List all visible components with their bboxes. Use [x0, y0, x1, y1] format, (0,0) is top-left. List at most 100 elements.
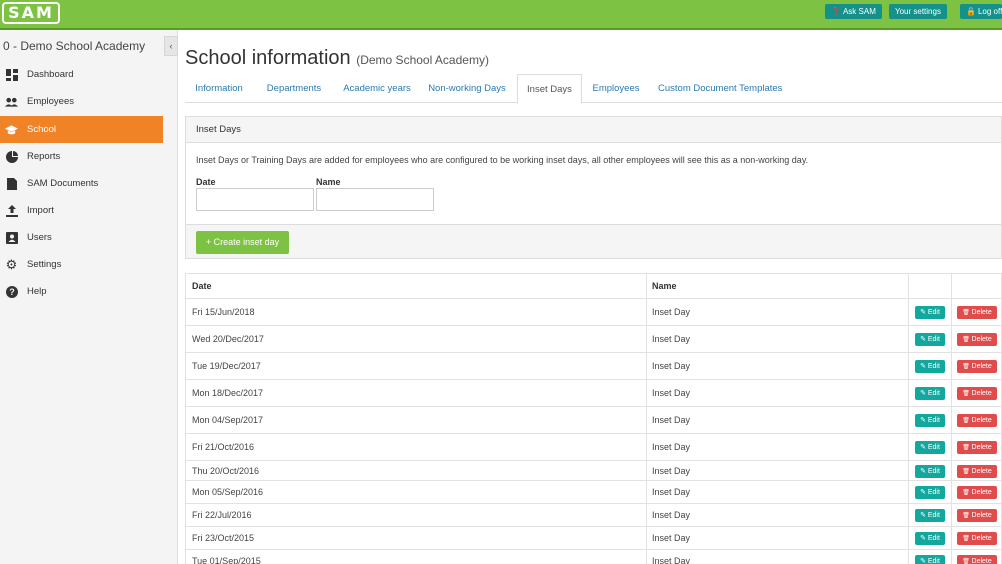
edit-button[interactable]: ✎ Edit — [915, 360, 945, 373]
sidebar-item-school[interactable]: School — [0, 116, 163, 143]
column-divider — [908, 504, 909, 526]
column-divider — [646, 407, 647, 433]
row-date: Fri 22/Jul/2016 — [192, 510, 252, 520]
column-divider — [646, 434, 647, 460]
table-row: Mon 05/Sep/2016 Inset Day ✎ Edit 🗑 Delete — [186, 481, 1001, 504]
edit-button[interactable]: ✎ Edit — [915, 486, 945, 499]
edit-label: Edit — [927, 336, 940, 343]
name-input[interactable] — [316, 188, 434, 211]
sidebar-item-settings[interactable]: ⚙ Settings — [0, 251, 163, 278]
edit-icon: ✎ — [920, 512, 928, 519]
your-settings-button[interactable]: Your settings — [889, 4, 947, 19]
tab-non-working-days[interactable]: Non-working Days — [425, 74, 509, 103]
sam-logo[interactable]: SAM — [2, 2, 60, 24]
delete-button[interactable]: 🗑 Delete — [957, 486, 997, 499]
table-row: Thu 20/Oct/2016 Inset Day ✎ Edit 🗑 Delete — [186, 461, 1001, 481]
column-divider — [646, 326, 647, 352]
edit-button[interactable]: ✎ Edit — [915, 441, 945, 454]
column-divider — [908, 550, 909, 564]
log-off-button[interactable]: 🔒 Log off — [960, 4, 1002, 19]
panel-heading: Inset Days — [186, 117, 1001, 143]
sidebar-item-label: Employees — [27, 96, 74, 107]
edit-label: Edit — [927, 309, 940, 316]
column-divider — [951, 274, 952, 298]
ask-sam-label: Ask SAM — [842, 7, 876, 16]
column-divider — [646, 299, 647, 325]
tab-academic-years[interactable]: Academic years — [337, 74, 417, 103]
column-divider — [908, 434, 909, 460]
delete-label: Delete — [971, 363, 992, 370]
date-input[interactable] — [196, 188, 314, 211]
edit-button[interactable]: ✎ Edit — [915, 414, 945, 427]
row-date: Tue 01/Sep/2015 — [192, 556, 261, 564]
edit-icon: ✎ — [920, 535, 928, 542]
create-inset-day-button[interactable]: + Create inset day — [196, 231, 289, 254]
delete-button[interactable]: 🗑 Delete — [957, 333, 997, 346]
trash-icon: 🗑 — [962, 391, 972, 397]
sidebar-item-help[interactable]: ? Help — [0, 278, 163, 305]
trash-icon: 🗑 — [962, 536, 972, 542]
trash-icon: 🗑 — [962, 364, 972, 370]
tab-information[interactable]: Information — [188, 74, 250, 103]
row-name: Inset Day — [652, 487, 691, 497]
delete-button[interactable]: 🗑 Delete — [957, 306, 997, 319]
column-divider — [951, 504, 952, 526]
edit-button[interactable]: ✎ Edit — [915, 532, 945, 545]
sidebar-item-sam-documents[interactable]: SAM Documents — [0, 170, 163, 197]
delete-button[interactable]: 🗑 Delete — [957, 465, 997, 478]
delete-button[interactable]: 🗑 Delete — [957, 414, 997, 427]
column-divider — [646, 504, 647, 526]
ask-sam-button[interactable]: ❓ Ask SAM — [825, 4, 882, 19]
chevron-left-icon: ‹ — [169, 41, 173, 51]
table-header-row: Date Name — [186, 274, 1001, 299]
dashboard-icon — [5, 68, 18, 81]
edit-button[interactable]: ✎ Edit — [915, 509, 945, 522]
column-divider — [908, 299, 909, 325]
tab-departments[interactable]: Departments — [259, 74, 329, 103]
edit-button[interactable]: ✎ Edit — [915, 387, 945, 400]
column-divider — [646, 353, 647, 379]
trash-icon: 🗑 — [962, 513, 972, 519]
collapse-sidebar-button[interactable]: ‹ — [164, 36, 178, 56]
plus-icon: + — [205, 237, 212, 247]
column-divider — [646, 527, 647, 549]
column-divider — [646, 481, 647, 503]
sidebar-item-reports[interactable]: Reports — [0, 143, 163, 170]
log-off-label: Log off — [977, 7, 1002, 16]
edit-button[interactable]: ✎ Edit — [915, 306, 945, 319]
delete-button[interactable]: 🗑 Delete — [957, 360, 997, 373]
document-icon — [5, 177, 18, 190]
tab-custom-document-templates[interactable]: Custom Document Templates — [658, 74, 782, 103]
top-bar: SAM ❓ Ask SAM Your settings 🔒 Log off — [0, 0, 1002, 30]
svg-text:?: ? — [9, 287, 15, 297]
delete-button[interactable]: 🗑 Delete — [957, 532, 997, 545]
delete-button[interactable]: 🗑 Delete — [957, 441, 997, 454]
pie-chart-icon — [5, 150, 18, 163]
trash-icon: 🗑 — [962, 337, 972, 343]
edit-icon: ✎ — [920, 336, 928, 343]
row-name: Inset Day — [652, 556, 691, 564]
table-row: Fri 15/Jun/2018 Inset Day ✎ Edit 🗑 Delete — [186, 299, 1001, 326]
sidebar-item-import[interactable]: Import — [0, 197, 163, 224]
column-divider — [951, 407, 952, 433]
edit-icon: ✎ — [920, 309, 928, 316]
trash-icon: 🗑 — [962, 469, 972, 475]
tab-inset-days[interactable]: Inset Days — [517, 74, 582, 104]
sidebar-item-label: School — [27, 124, 57, 135]
row-date: Mon 05/Sep/2016 — [192, 487, 264, 497]
sidebar-item-employees[interactable]: Employees — [0, 88, 163, 115]
delete-button[interactable]: 🗑 Delete — [957, 509, 997, 522]
tab-employees[interactable]: Employees — [591, 74, 641, 103]
graduation-cap-icon — [5, 123, 18, 136]
school-selector[interactable]: 0 - Demo School Academy — [3, 39, 145, 53]
edit-button[interactable]: ✎ Edit — [915, 333, 945, 346]
edit-button[interactable]: ✎ Edit — [915, 465, 945, 478]
delete-label: Delete — [971, 336, 992, 343]
lock-icon: 🔒 — [966, 7, 976, 16]
sidebar-item-dashboard[interactable]: Dashboard — [0, 61, 163, 88]
edit-button[interactable]: ✎ Edit — [915, 555, 945, 564]
delete-button[interactable]: 🗑 Delete — [957, 555, 997, 564]
table-row: Mon 18/Dec/2017 Inset Day ✎ Edit 🗑 Delete — [186, 380, 1001, 407]
sidebar-item-users[interactable]: Users — [0, 224, 163, 251]
delete-button[interactable]: 🗑 Delete — [957, 387, 997, 400]
